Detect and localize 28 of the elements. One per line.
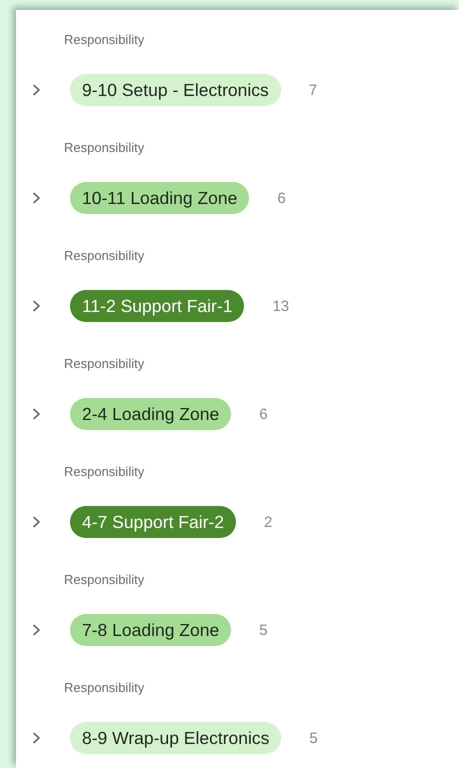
chevron-icon[interactable]	[32, 192, 41, 204]
group-tag: 7-8 Loading Zone	[70, 614, 232, 646]
item-count: 6	[277, 190, 286, 206]
item-count: 5	[259, 622, 268, 638]
item-count: 2	[264, 514, 272, 530]
group-tag: 2-4 Loading Zone	[70, 398, 232, 430]
chevron-icon[interactable]	[32, 84, 41, 96]
group-label: Responsibility	[64, 31, 144, 49]
group-label: Responsibility	[64, 679, 144, 697]
item-count: 5	[309, 730, 318, 746]
item-count: 6	[259, 406, 268, 422]
group-label: Responsibility	[64, 355, 144, 373]
group-label: Responsibility	[64, 571, 144, 589]
group-label: Responsibility	[64, 463, 144, 481]
chevron-icon[interactable]	[32, 624, 41, 636]
group-tag: 4-7 Support Fair-2	[70, 506, 236, 538]
chevron-icon[interactable]	[32, 516, 41, 528]
item-count: 13	[272, 298, 290, 314]
group-label: Responsibility	[64, 247, 144, 265]
group-tag: 11-2 Support Fair-1	[70, 290, 244, 322]
group-tag: 10-11 Loading Zone	[70, 182, 250, 214]
item-count: 7	[308, 82, 318, 98]
group-tag: 8-9 Wrap-up Electronics	[70, 722, 282, 754]
chevron-icon[interactable]	[32, 732, 41, 744]
chevron-icon[interactable]	[32, 408, 41, 420]
chevron-icon[interactable]	[32, 300, 41, 312]
group-label: Responsibility	[64, 139, 144, 157]
group-tag: 9-10 Setup - Electronics	[70, 74, 281, 106]
